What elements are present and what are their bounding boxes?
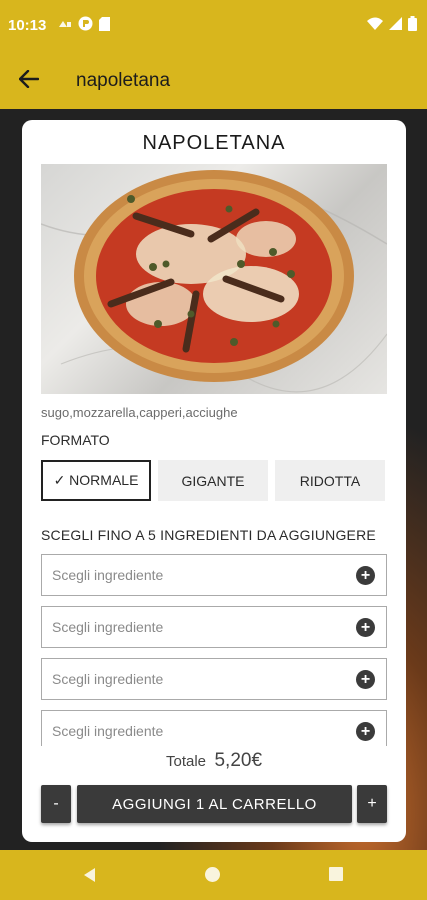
ingredient-select-4[interactable]: Scegli ingrediente +: [41, 710, 387, 746]
ingredient-placeholder: Scegli ingrediente: [52, 567, 164, 583]
total-value: 5,20€: [214, 750, 263, 771]
format-option-gigante[interactable]: GIGANTE: [158, 460, 268, 501]
status-time: 10:13: [8, 17, 47, 34]
status-right-icons: [367, 16, 417, 36]
total-label: Totale: [165, 753, 207, 770]
format-option-normale[interactable]: ✓ NORMALE: [41, 460, 151, 501]
product-name: NAPOLETANA: [142, 132, 286, 154]
plus-circle-icon: +: [356, 722, 375, 741]
nav-back-icon[interactable]: [82, 867, 96, 888]
battery-icon: [408, 16, 417, 36]
ingredient-select-2[interactable]: Scegli ingrediente +: [41, 606, 387, 648]
page-title: napoletana: [76, 70, 171, 91]
ingredient-list: Scegli ingrediente + Scegli ingrediente …: [22, 552, 406, 746]
product-dialog: NAPOLETANA sugo,mozzarella,capperi,acciu…: [22, 120, 406, 842]
sd-card-icon: [99, 16, 110, 36]
back-button[interactable]: [12, 64, 46, 98]
sim-icon: [58, 17, 72, 35]
ingredient-select-1[interactable]: Scegli ingrediente +: [41, 554, 387, 596]
format-option-ridotta[interactable]: RIDOTTA: [275, 460, 385, 501]
ingredient-select-3[interactable]: Scegli ingrediente +: [41, 658, 387, 700]
ingredient-placeholder: Scegli ingrediente: [52, 723, 164, 739]
extra-ingredients-label: SCEGLI FINO A 5 INGREDIENTI DA AGGIUNGER…: [41, 527, 376, 543]
pizza-image: [41, 164, 387, 394]
ingredient-placeholder: Scegli ingrediente: [52, 619, 164, 635]
ingredient-placeholder: Scegli ingrediente: [52, 671, 164, 687]
status-bar: 10:13: [0, 0, 427, 52]
decrease-quantity-button[interactable]: -: [41, 785, 71, 823]
plus-circle-icon: +: [356, 618, 375, 637]
nav-recents-icon[interactable]: [329, 867, 343, 881]
system-nav-bar: [0, 850, 427, 900]
app-notification-icon: [78, 16, 93, 36]
plus-circle-icon: +: [356, 670, 375, 689]
total-row: Totale 5,20€: [22, 750, 406, 772]
nav-home-icon[interactable]: [205, 867, 220, 882]
wifi-icon: [367, 17, 383, 35]
increase-quantity-button[interactable]: +: [357, 785, 387, 823]
status-left-icons: [58, 16, 110, 36]
product-ingredients: sugo,mozzarella,capperi,acciughe: [41, 405, 238, 420]
format-label: FORMATO: [41, 432, 110, 448]
app-bar: napoletana: [0, 52, 427, 109]
signal-icon: [389, 17, 402, 35]
add-to-cart-button[interactable]: AGGIUNGI 1 AL CARRELLO: [77, 785, 352, 823]
arrow-left-icon: [18, 69, 40, 93]
plus-circle-icon: +: [356, 566, 375, 585]
